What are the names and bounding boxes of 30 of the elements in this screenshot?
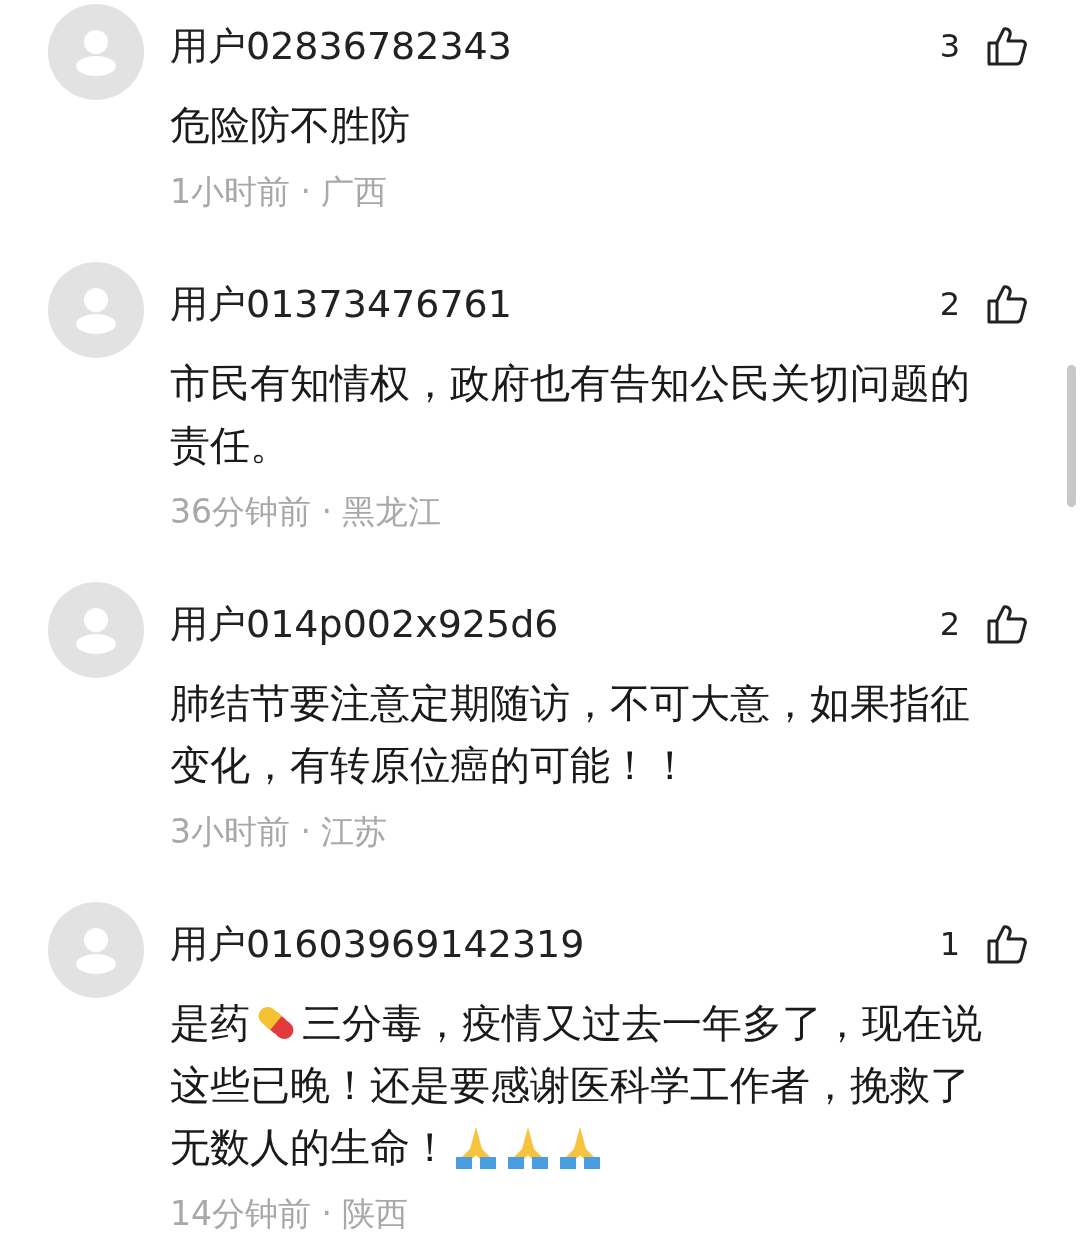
comment-meta: 36分钟前 · 黑龙江 <box>170 491 443 533</box>
comment-meta: 3小时前 · 江苏 <box>170 811 389 853</box>
comment-text: 这些已晚！还是要感谢医科学工作者，挽救了 <box>170 1061 970 1110</box>
avatar-icon[interactable] <box>48 4 144 100</box>
username[interactable]: 用户014p002x925d6 <box>170 598 940 650</box>
comment-text: 市民有知情权，政府也有告知公民关切问题的 <box>170 359 970 408</box>
scrollbar[interactable] <box>1067 365 1076 507</box>
comment-text: 危险防不胜防 <box>170 101 410 150</box>
avatar-icon[interactable] <box>48 582 144 678</box>
like-count: 2 <box>939 605 960 643</box>
username[interactable]: 用户01603969142319 <box>170 918 940 970</box>
thumbs-up-icon[interactable] <box>986 25 1028 67</box>
comment-text: 责任。 <box>170 421 290 470</box>
comment-text: 是药 <box>170 999 250 1048</box>
username[interactable]: 用户01373476761 <box>170 278 940 330</box>
thumbs-up-icon[interactable] <box>986 923 1028 965</box>
comment-meta: 14分钟前 · 陕西 <box>170 1193 410 1235</box>
avatar-icon[interactable] <box>48 262 144 358</box>
comment-meta: 1小时前 · 广西 <box>170 171 389 213</box>
comment-text: 变化，有转原位癌的可能！！ <box>170 741 690 790</box>
like-count: 1 <box>939 925 960 963</box>
like-count: 2 <box>939 285 960 323</box>
comment-text: 肺结节要注意定期随访，不可大意，如果指征 <box>170 679 970 728</box>
avatar-icon[interactable] <box>48 902 144 998</box>
username[interactable]: 用户02836782343 <box>170 20 940 72</box>
like-count: 3 <box>939 27 960 65</box>
thumbs-up-icon[interactable] <box>986 283 1028 325</box>
thumbs-up-icon[interactable] <box>986 603 1028 645</box>
comment-text: 三分毒，疫情又过去一年多了，现在说 <box>302 999 982 1048</box>
comment-text: 无数人的生命！ <box>170 1123 450 1172</box>
